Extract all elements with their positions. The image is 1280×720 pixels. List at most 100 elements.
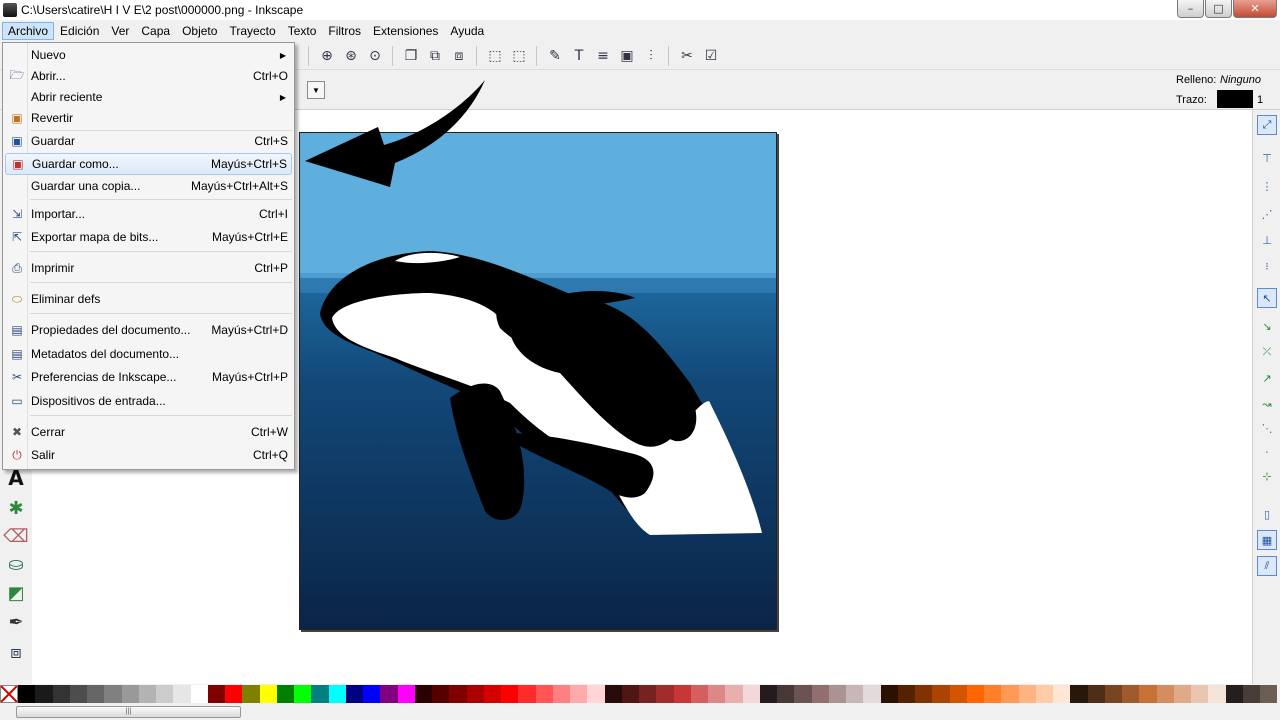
duplicate-icon[interactable]: ❐: [402, 47, 420, 65]
menu-ayuda[interactable]: Ayuda: [444, 22, 490, 40]
palette-swatch[interactable]: [1191, 685, 1209, 703]
menu-item-guardar-copia[interactable]: Guardar una copia... Mayús+Ctrl+Alt+S: [5, 175, 292, 197]
palette-swatch[interactable]: [311, 685, 329, 703]
group-icon[interactable]: ⬚: [486, 47, 504, 65]
palette-swatch[interactable]: [87, 685, 105, 703]
palette-swatch[interactable]: [570, 685, 588, 703]
snap-intersections-icon[interactable]: ⤫: [1257, 342, 1277, 362]
palette-swatch[interactable]: [1139, 685, 1157, 703]
clone-icon[interactable]: ⧉: [426, 47, 444, 65]
palette-swatch[interactable]: [621, 685, 639, 703]
palette-swatch[interactable]: [1260, 685, 1278, 703]
fill-stroke-icon[interactable]: ✎: [546, 47, 564, 65]
zoom-in-icon[interactable]: ⊕: [318, 47, 336, 65]
palette-scrollbar[interactable]: |||: [0, 704, 1280, 720]
menu-item-metadatos[interactable]: ▤ Metadatos del documento...: [5, 343, 292, 365]
palette-swatch[interactable]: [794, 685, 812, 703]
palette-swatch[interactable]: [363, 685, 381, 703]
snap-bbox-corners-icon[interactable]: ⋰: [1257, 204, 1277, 224]
menu-texto[interactable]: Texto: [282, 22, 323, 40]
snap-rotation-center-icon[interactable]: ⊹: [1257, 466, 1277, 486]
menu-trayecto[interactable]: Trayecto: [223, 22, 281, 40]
palette-swatch[interactable]: [414, 685, 432, 703]
snap-bbox-center-icon[interactable]: ⁝: [1257, 256, 1277, 276]
snap-bbox-edges-icon[interactable]: ⋮: [1257, 176, 1277, 196]
palette-swatch[interactable]: [1001, 685, 1019, 703]
snap-guides-icon[interactable]: ⫽: [1257, 556, 1277, 576]
menu-item-propiedades[interactable]: ▤ Propiedades del documento... Mayús+Ctr…: [5, 319, 292, 341]
palette-swatch[interactable]: [501, 685, 519, 703]
palette-swatch[interactable]: [294, 685, 312, 703]
palette-swatch[interactable]: [828, 685, 846, 703]
palette-swatch[interactable]: [725, 685, 743, 703]
palette-swatch[interactable]: [777, 685, 795, 703]
unlink-clone-icon[interactable]: ⧈: [450, 47, 468, 65]
snap-object-centers-icon[interactable]: ⋅: [1257, 442, 1277, 462]
palette-swatch[interactable]: [18, 685, 36, 703]
menu-item-guardar-como[interactable]: ▣ Guardar como... Mayús+Ctrl+S: [5, 153, 292, 175]
snap-paths-icon[interactable]: ↘: [1257, 316, 1277, 336]
palette-swatch[interactable]: [173, 685, 191, 703]
palette-swatch[interactable]: [1225, 685, 1243, 703]
palette-swatch[interactable]: [915, 685, 933, 703]
spray-tool-icon[interactable]: ✱: [4, 496, 28, 520]
menu-item-revertir[interactable]: ▣ Revertir: [5, 107, 292, 129]
snap-smooth-nodes-icon[interactable]: ↝: [1257, 394, 1277, 414]
connector-tool-icon[interactable]: ⧈: [4, 640, 28, 664]
palette-swatch[interactable]: [673, 685, 691, 703]
menu-item-exportar[interactable]: ⇱ Exportar mapa de bits... Mayús+Ctrl+E: [5, 226, 292, 248]
palette-swatch[interactable]: [880, 685, 898, 703]
palette-swatch[interactable]: [1070, 685, 1088, 703]
palette-swatch[interactable]: [897, 685, 915, 703]
palette-swatch[interactable]: [1173, 685, 1191, 703]
minimize-button[interactable]: –: [1177, 0, 1204, 18]
palette-swatch[interactable]: [1053, 685, 1071, 703]
xml-editor-icon[interactable]: ▣: [618, 47, 636, 65]
palette-swatch[interactable]: [742, 685, 760, 703]
palette-swatch[interactable]: [259, 685, 277, 703]
preferences-icon[interactable]: ✂: [678, 47, 696, 65]
palette-swatch[interactable]: [587, 685, 605, 703]
menu-item-salir[interactable]: ⏻ Salir Ctrl+Q: [5, 444, 292, 466]
palette-swatch[interactable]: [811, 685, 829, 703]
menu-item-dispositivos[interactable]: ▭ Dispositivos de entrada...: [5, 390, 292, 412]
palette-swatch[interactable]: [397, 685, 415, 703]
menu-item-importar[interactable]: ⇲ Importar... Ctrl+I: [5, 203, 292, 225]
menu-item-abrir[interactable]: 🗁 Abrir... Ctrl+O: [5, 65, 292, 87]
palette-swatch[interactable]: [104, 685, 122, 703]
fill-value[interactable]: Ninguno: [1220, 74, 1261, 86]
snap-cusp-nodes-icon[interactable]: ↗: [1257, 368, 1277, 388]
menu-edicion[interactable]: Edición: [54, 22, 105, 40]
snap-bbox-midpoints-icon[interactable]: ⊥: [1257, 230, 1277, 250]
menu-extensiones[interactable]: Extensiones: [367, 22, 444, 40]
snap-page-border-icon[interactable]: ▯: [1257, 504, 1277, 524]
palette-swatch[interactable]: [138, 685, 156, 703]
palette-swatch[interactable]: [328, 685, 346, 703]
scrollbar-thumb[interactable]: |||: [16, 706, 241, 718]
snap-toggle-icon[interactable]: ⤢: [1257, 115, 1277, 135]
menu-item-nuevo[interactable]: Nuevo ▶: [5, 44, 292, 66]
palette-swatch[interactable]: [932, 685, 950, 703]
palette-swatch[interactable]: [552, 685, 570, 703]
stroke-width-value[interactable]: 1: [1257, 94, 1263, 106]
palette-swatch[interactable]: [1087, 685, 1105, 703]
palette-swatch[interactable]: [1156, 685, 1174, 703]
maximize-button[interactable]: □: [1205, 0, 1232, 18]
palette-swatch[interactable]: [1035, 685, 1053, 703]
palette-swatch[interactable]: [35, 685, 53, 703]
menu-item-cerrar[interactable]: ✖ Cerrar Ctrl+W: [5, 421, 292, 443]
palette-swatch[interactable]: [483, 685, 501, 703]
palette-swatch[interactable]: [656, 685, 674, 703]
palette-swatch[interactable]: [121, 685, 139, 703]
palette-swatch[interactable]: [966, 685, 984, 703]
palette-swatch[interactable]: [690, 685, 708, 703]
menu-ver[interactable]: Ver: [105, 22, 135, 40]
stroke-color-swatch[interactable]: [1217, 90, 1253, 108]
palette-swatch[interactable]: [604, 685, 622, 703]
document-properties-icon[interactable]: ☑: [702, 47, 720, 65]
ungroup-icon[interactable]: ⬚: [510, 47, 528, 65]
palette-swatch[interactable]: [466, 685, 484, 703]
palette-swatch[interactable]: [708, 685, 726, 703]
close-window-button[interactable]: ✕: [1233, 0, 1277, 18]
palette-swatch[interactable]: [225, 685, 243, 703]
